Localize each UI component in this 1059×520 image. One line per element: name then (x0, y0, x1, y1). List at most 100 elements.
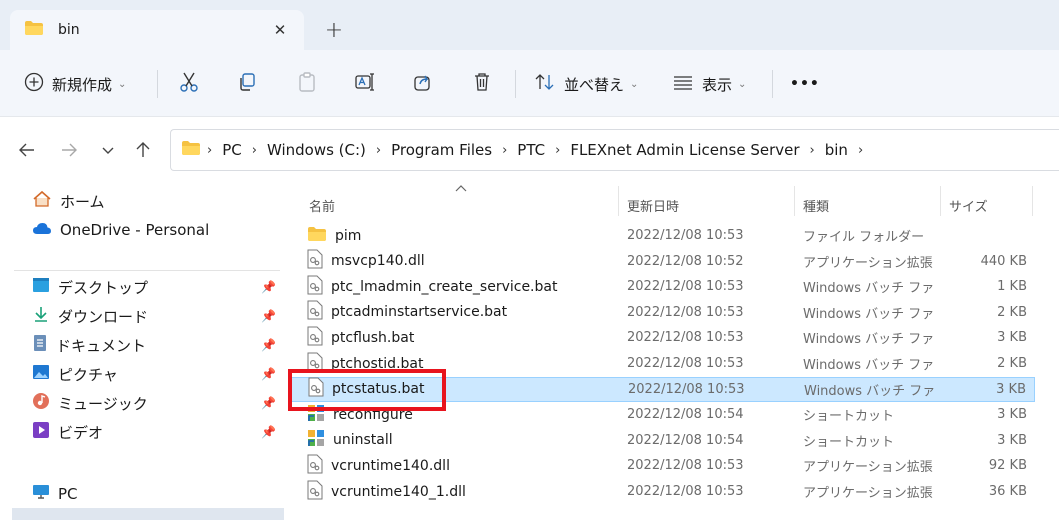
share-icon (412, 71, 434, 97)
sidebar-item-label: デスクトップ (58, 278, 149, 297)
column-divider[interactable] (794, 186, 795, 216)
chevron-right-icon[interactable]: › (376, 143, 381, 158)
file-type: ショートカット (803, 409, 895, 425)
back-arrow-icon[interactable] (14, 137, 40, 163)
column-divider[interactable] (1032, 186, 1033, 216)
file-name-cell[interactable]: pim (307, 226, 361, 246)
column-header-date[interactable]: 更新日時 (627, 190, 679, 220)
breadcrumb-bin[interactable]: bin (825, 141, 848, 159)
file-size: 3 KB (997, 407, 1027, 423)
paste-button[interactable] (296, 64, 318, 104)
file-name: vcruntime140_1.dll (331, 483, 466, 500)
chevron-right-icon[interactable]: › (555, 143, 560, 158)
command-bar: 新規作成 ⌄ 並べ替え ⌄ 表示 ⌄ ••• (0, 50, 1059, 116)
pin-icon[interactable]: 📌 (261, 425, 276, 439)
file-row[interactable]: msvcp140.dll 2022/12/08 10:52 アプリケーション拡張 44… (289, 249, 1035, 274)
close-icon[interactable]: ✕ (270, 20, 290, 40)
recent-locations-chevron-icon[interactable] (95, 137, 121, 163)
view-button[interactable]: 表示 ⌄ (672, 64, 746, 104)
file-name-cell[interactable]: uninstall (307, 429, 393, 451)
sidebar-item-home[interactable]: ホーム (32, 188, 105, 214)
folder-icon (181, 140, 201, 160)
sidebar-item-videos[interactable]: ビデオ 📌 (32, 419, 282, 445)
sidebar-item-partial[interactable] (12, 508, 284, 520)
address-bar[interactable]: › PC › Windows (C:) › Program Files › PT… (170, 129, 1059, 171)
share-button[interactable] (412, 64, 434, 104)
pin-icon[interactable]: 📌 (261, 280, 276, 294)
sidebar-item-onedrive[interactable]: OneDrive - Personal (32, 217, 209, 243)
sidebar-item-label: ドキュメント (56, 336, 147, 355)
file-date: 2022/12/08 10:53 (627, 458, 744, 474)
file-row[interactable]: vcruntime140.dll 2022/12/08 10:53 アプリケーション… (289, 453, 1035, 478)
copy-button[interactable] (236, 64, 258, 104)
file-date: 2022/12/08 10:53 (627, 356, 744, 371)
file-size: 3 KB (997, 432, 1027, 448)
rename-button[interactable] (354, 64, 376, 104)
file-name-cell[interactable]: msvcp140.dll (307, 249, 425, 273)
file-row[interactable]: ptcflush.bat 2022/12/08 10:53 Windows バッチ … (289, 325, 1035, 350)
chevron-down-icon: ⌄ (630, 78, 639, 90)
breadcrumb-pc[interactable]: PC (222, 141, 242, 159)
delete-button[interactable] (471, 64, 493, 104)
plus-icon[interactable]: + (322, 18, 346, 43)
file-name-cell[interactable]: ptcadminstartservice.bat (307, 300, 507, 324)
view-list-icon (672, 71, 694, 97)
pin-icon[interactable]: 📌 (261, 309, 276, 323)
column-divider[interactable] (618, 186, 619, 216)
forward-arrow-icon[interactable] (56, 137, 82, 163)
new-button[interactable]: 新規作成 ⌄ (24, 64, 126, 104)
file-date: 2022/12/08 10:54 (627, 432, 744, 448)
chevron-right-icon[interactable]: › (858, 143, 863, 158)
file-row[interactable]: pim 2022/12/08 10:53 ファイル フォルダー (289, 223, 1035, 248)
file-row[interactable]: ptcadminstartservice.bat 2022/12/08 10:53… (289, 300, 1035, 325)
navigation-pane: ホーム OneDrive - Personal デスクトップ 📌 ダウンロード … (0, 182, 285, 520)
title-bar: bin ✕ + (0, 0, 1059, 50)
file-name-cell[interactable]: ptc_lmadmin_create_service.bat (307, 275, 557, 299)
breadcrumb-flexnet[interactable]: FLEXnet Admin License Server (570, 141, 799, 159)
sort-button[interactable]: 並べ替え ⌄ (534, 64, 638, 104)
file-name-cell[interactable]: vcruntime140.dll (307, 454, 450, 478)
file-name-cell[interactable]: vcruntime140_1.dll (307, 480, 466, 504)
more-options-button[interactable]: ••• (790, 64, 820, 104)
pin-icon[interactable]: 📌 (261, 367, 276, 381)
file-row[interactable]: ptc_lmadmin_create_service.bat 2022/12/08… (289, 274, 1035, 299)
sidebar-item-label: PC (58, 485, 78, 503)
file-row[interactable]: vcruntime140_1.dll 2022/12/08 10:53 アプリケーシ… (289, 479, 1035, 504)
pin-icon[interactable]: 📌 (261, 396, 276, 410)
chevron-right-icon[interactable]: › (207, 143, 212, 158)
sidebar-item-downloads[interactable]: ダウンロード 📌 (32, 303, 282, 329)
chevron-right-icon[interactable]: › (810, 143, 815, 158)
column-divider[interactable] (940, 186, 941, 216)
column-header-size[interactable]: サイズ (949, 190, 988, 220)
file-name-cell[interactable]: ptcflush.bat (307, 326, 414, 350)
up-arrow-icon[interactable] (130, 137, 156, 163)
column-header-name[interactable]: 名前 (309, 190, 335, 220)
chevron-down-icon: ⌄ (118, 78, 127, 90)
file-name: ptcflush.bat (331, 329, 415, 346)
breadcrumb-program-files[interactable]: Program Files (391, 141, 492, 159)
file-size: 3 KB (997, 330, 1027, 346)
pin-icon[interactable]: 📌 (261, 338, 276, 352)
file-type: アプリケーション拡張 (803, 255, 933, 271)
sidebar-item-pc[interactable]: PC (32, 481, 78, 507)
sidebar-item-label: OneDrive - Personal (60, 221, 210, 239)
sidebar-item-pictures[interactable]: ピクチャ 📌 (32, 361, 282, 387)
sidebar-item-music[interactable]: ミュージック 📌 (32, 390, 282, 416)
chevron-right-icon[interactable]: › (502, 143, 507, 158)
file-date: 2022/12/08 10:53 (627, 304, 744, 320)
sidebar-item-desktop[interactable]: デスクトップ 📌 (32, 274, 282, 300)
breadcrumb-ptc[interactable]: PTC (517, 141, 545, 159)
sidebar-item-documents[interactable]: ドキュメント 📌 (32, 332, 282, 358)
cut-button[interactable] (178, 64, 200, 104)
column-header-type[interactable]: 種類 (803, 190, 829, 220)
desktop-icon (32, 277, 50, 297)
file-type: アプリケーション拡張 (803, 486, 933, 501)
breadcrumb-windows-c[interactable]: Windows (C:) (267, 141, 366, 159)
chevron-right-icon[interactable]: › (252, 143, 257, 158)
file-size: 3 KB (996, 381, 1026, 397)
file-size: 2 KB (997, 356, 1027, 371)
tab-bin[interactable]: bin ✕ (10, 10, 304, 50)
batch-file-icon (307, 300, 323, 324)
sort-ascending-icon (455, 182, 467, 195)
file-row[interactable]: uninstall 2022/12/08 10:54 ショートカット 3 KB (289, 428, 1035, 453)
